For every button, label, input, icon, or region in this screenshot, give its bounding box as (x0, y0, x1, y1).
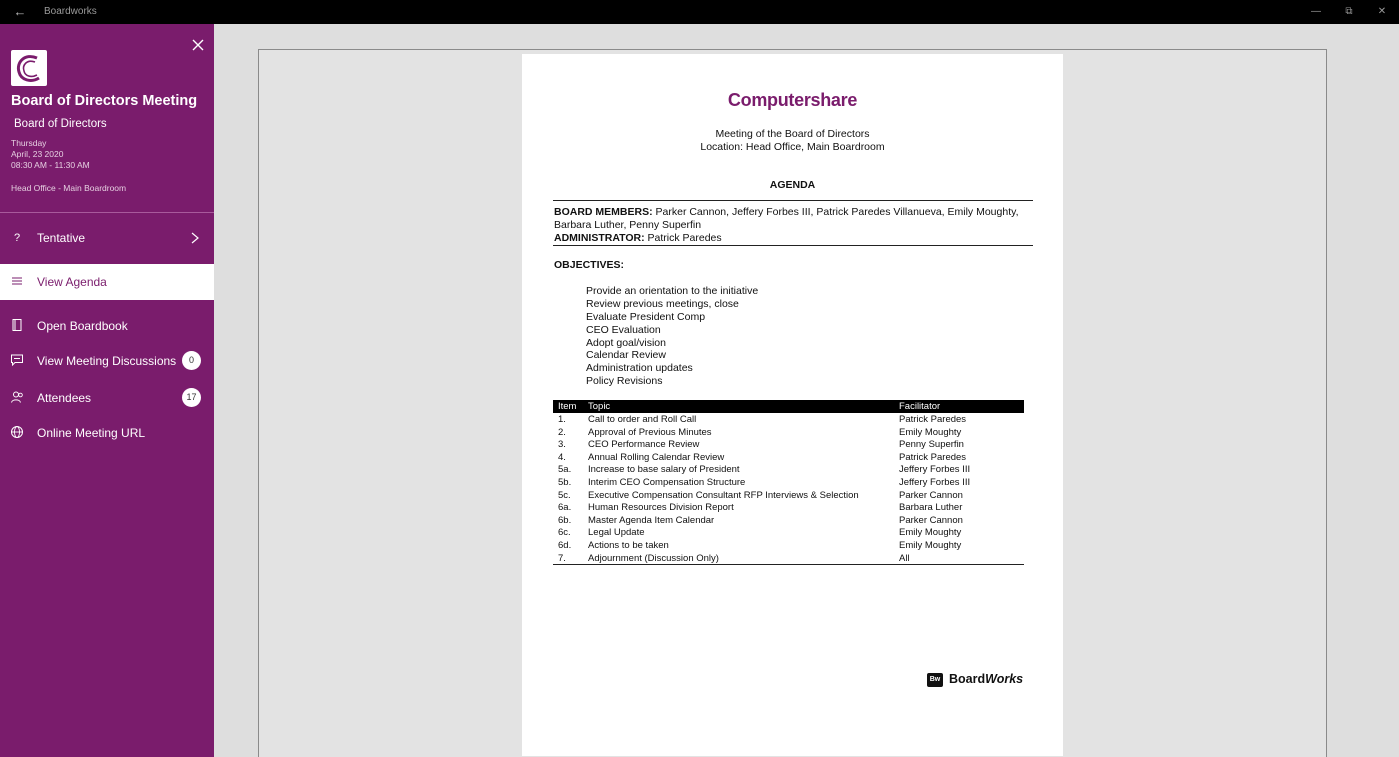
title-bar: ← Boardworks — ⧉ ✕ (0, 0, 1399, 24)
chat-icon (11, 354, 23, 367)
board-members-line-2: Barbara Luther, Penny Superfin (554, 219, 702, 231)
svg-text:?: ? (14, 232, 20, 244)
location-line: Location: Head Office, Main Boardroom (700, 141, 885, 153)
divider (553, 200, 1033, 201)
table-row: 4. Annual Rolling Calendar Review Patrick … (558, 451, 967, 463)
table-row: 2. Approval of Previous Minutes Emily Moug… (558, 426, 962, 438)
document-area: Computershare Meeting of the Board of Di… (214, 24, 1399, 757)
close-window-icon[interactable]: ✕ (1368, 2, 1396, 22)
chevron-right-icon (191, 232, 199, 244)
table-row: 1. Call to order and Roll Call Patrick Par… (558, 414, 967, 425)
discussions-count-badge: 0 (182, 351, 201, 370)
sidebar-item-online-meeting-url[interactable]: Online Meeting URL (0, 415, 214, 451)
sidebar-item-label: Online Meeting URL (37, 426, 146, 440)
board-name: Board of Directors (14, 118, 107, 130)
sidebar-item-meeting-discussions[interactable]: View Meeting Discussions 0 (0, 343, 214, 379)
organization-logo (11, 50, 47, 86)
sidebar-item-view-agenda[interactable]: View Agenda (0, 264, 214, 300)
sidebar-item-label: Attendees (37, 391, 92, 405)
objective-item: Review previous meetings, close (586, 298, 739, 310)
document-viewer[interactable]: Computershare Meeting of the Board of Di… (258, 49, 1327, 757)
agenda-document-page: Computershare Meeting of the Board of Di… (522, 54, 1063, 756)
objective-item: Administration updates (586, 362, 693, 374)
meeting-title: Board of Directors Meeting (11, 93, 198, 109)
globe-icon (11, 426, 23, 438)
window-title: Boardworks (44, 6, 97, 17)
close-icon[interactable] (190, 37, 206, 53)
sidebar-item-label: Open Boardbook (37, 319, 128, 333)
meeting-day: Thursday (11, 138, 47, 148)
book-icon (12, 319, 22, 331)
boardworks-wordmark: BoardWorks (949, 672, 1024, 686)
table-row: 7. Adjournment (Discussion Only) All (558, 552, 910, 564)
meeting-sidebar: Board of Directors Meeting Board of Dire… (0, 24, 214, 757)
table-row: 6c. Legal Update Emily Moughty (558, 527, 962, 539)
computershare-logo: Computershare (727, 90, 858, 110)
objective-item: Policy Revisions (586, 375, 663, 387)
agenda-table: Item Topic Facilitator 1. Call to order a… (553, 400, 1024, 566)
back-arrow-icon[interactable]: ← (12, 4, 28, 20)
objective-item: Provide an orientation to the initiative (586, 285, 759, 297)
table-row: 5c. Executive Compensation Consultant RFP… (558, 489, 963, 501)
objective-item: CEO Evaluation (586, 324, 661, 336)
meeting-location: Head Office - Main Boardroom (11, 183, 127, 193)
list-icon (12, 277, 22, 285)
meeting-date: April, 23 2020 (11, 149, 64, 159)
question-icon: ? (14, 232, 20, 244)
sidebar-item-attendees[interactable]: Attendees 17 (0, 380, 214, 416)
meeting-line: Meeting of the Board of Directors (715, 128, 870, 140)
agenda-heading: AGENDA (769, 179, 816, 191)
table-bottom-rule (553, 564, 1024, 566)
rsvp-tentative[interactable]: ? Tentative (0, 220, 214, 256)
table-header: Item Topic Facilitator (553, 400, 1024, 413)
sidebar-item-label: View Agenda (37, 275, 107, 289)
rsvp-label: Tentative (37, 231, 86, 245)
objective-item: Calendar Review (586, 349, 666, 361)
table-row: 3. CEO Performance Review Penny Superfin (558, 439, 964, 451)
minimize-icon[interactable]: — (1302, 2, 1330, 22)
table-row: 6b. Master Agenda Item Calendar Parker Can… (558, 514, 963, 526)
people-icon (11, 391, 23, 403)
objective-item: Evaluate President Comp (586, 311, 706, 323)
sidebar-item-open-boardbook[interactable]: Open Boardbook (0, 308, 214, 344)
objective-item: Adopt goal/vision (586, 337, 666, 349)
table-row: 5a. Increase to base salary of President J… (558, 464, 971, 476)
table-row: 5b. Interim CEO Compensation Structure Jef… (558, 476, 971, 488)
meeting-time: 08:30 AM - 11:30 AM (11, 160, 90, 170)
boardworks-logo: Bw BoardWorks (927, 672, 1032, 690)
objectives-heading: OBJECTIVES: (554, 259, 625, 271)
boardworks-logo-mark: Bw (927, 673, 943, 687)
attendees-count-badge: 17 (182, 388, 201, 407)
sidebar-item-label: View Meeting Discussions (37, 354, 177, 368)
restore-icon[interactable]: ⧉ (1335, 2, 1363, 22)
board-members-line: BOARD MEMBERS: Parker Cannon, Jeffery Fo… (554, 206, 1019, 218)
divider (553, 245, 1033, 246)
table-row: 6d. Actions to be taken Emily Moughty (558, 539, 962, 551)
table-row: 6a. Human Resources Division Report Barbar… (558, 502, 963, 514)
sidebar-divider (0, 212, 214, 213)
administrator-line: ADMINISTRATOR: Patrick Paredes (554, 232, 722, 244)
